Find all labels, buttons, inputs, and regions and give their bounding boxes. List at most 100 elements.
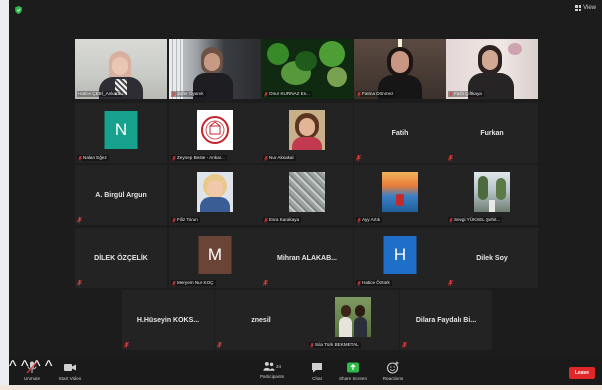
participant-name: DİLEK ÖZÇELİK [94,254,148,262]
video-tile-dilara[interactable]: Dilara Faydalı Bi... [400,290,492,350]
desktop-edge [0,0,9,390]
chevron-up-icon[interactable]: ^ [9,358,17,375]
video-tile-nur[interactable]: Nur Aksakal [261,103,353,163]
mic-muted-icon [448,280,453,286]
start-video-label: Start Video [58,376,82,381]
participant-label: Meryem Nur KOÇ [171,280,216,286]
chevron-up-icon[interactable]: ^ [45,358,53,375]
video-tile-fazli[interactable]: Fazlı Çiftkaya [446,39,538,99]
leave-button[interactable]: Leave [569,367,595,379]
shield-icon[interactable] [15,6,22,14]
avatar: N [104,111,138,149]
participant-name: Dilara Faydalı Bi... [415,316,477,324]
video-tile-mihran[interactable]: Mihran ALAKAB... [261,228,353,288]
participant-label: Hatice ÇEBİ_Ankara [77,91,123,97]
mic-muted-icon [357,91,361,97]
profile-photo [335,297,371,337]
mic-muted-icon [264,217,268,223]
participant-name: Furkan [480,129,504,137]
video-tile-znesil[interactable]: znesil [215,290,307,350]
chat-label: Chat [312,376,322,381]
view-label: View [583,5,596,11]
video-tile-fatma[interactable]: Fatma Dönmez [354,39,446,99]
mic-muted-icon [77,217,82,223]
video-tile-sila[interactable]: Sıla Türk BEKMETAL [307,290,399,350]
profile-photo [382,172,418,212]
video-tile-dilek-ozcelik[interactable]: DİLEK ÖZÇELİK [75,228,167,288]
chat-button[interactable]: Chat [309,358,325,385]
reactions-label: Reactions [382,376,404,381]
video-tile-nalan[interactable]: N Nalan Eğez [75,103,167,163]
participant-label: Sıla Türk BEKMETAL [309,342,361,348]
mic-muted-icon [449,217,453,223]
video-tile-onur[interactable]: Onur KURNAZ Es... [261,39,353,99]
participant-name: H.Hüseyin KOKS... [136,316,200,324]
mic-muted-icon [357,280,361,286]
grid-view-icon [575,5,582,11]
mic-muted-icon [172,280,176,286]
share-screen-icon [347,362,359,373]
profile-photo [197,110,233,150]
mic-muted-icon [448,155,453,161]
participant-label: Onur KURNAZ Es... [263,91,312,97]
video-tile-sevgi[interactable]: Sevgi YÜKSEL Şehit... [446,165,538,225]
participants-icon [263,361,275,371]
share-screen-button[interactable]: Share Screen [339,358,367,385]
meeting-toolbar: Unmute ^ Start Video ^ 24 Participants ^… [9,358,602,385]
unmute-label: Unmute [23,376,41,381]
participant-label: Ayy Artık [356,217,383,223]
video-tile-hatice-ozturk[interactable]: H Hatice Öztürk [354,228,446,288]
participant-label: Hatice Öztürk [356,280,392,286]
mic-muted-icon [264,155,268,161]
mic-muted-icon [78,155,82,161]
participant-label: Sevgi YÜKSEL Şehit... [448,217,503,223]
video-tile-esra[interactable]: Esra Karakaya [261,165,353,225]
mic-muted-icon [310,342,314,348]
participant-label: Fazlı Çiftkaya [448,91,484,97]
start-video-button[interactable]: Start Video [57,358,83,385]
participant-label: Esra Karakaya [263,217,302,223]
avatar: H [383,236,417,274]
video-tile-birgul[interactable]: A. Birgül Argun [75,165,167,225]
participant-label: Zafer Öyanık [171,91,206,97]
participant-label: Nalan Eğez [77,155,109,161]
mic-muted-icon [263,280,268,286]
video-tile-zafer[interactable]: Zafer Öyanık [169,39,261,99]
unmute-button[interactable]: Unmute [21,358,43,385]
mic-muted-icon [77,280,82,286]
participant-label: Zeynep Beste - Ankar... [171,155,227,161]
video-off-icon [64,364,76,371]
video-tile-dilek-soy[interactable]: Dilek Soy [446,228,538,288]
video-tile-meryem[interactable]: M Meryem Nur KOÇ [169,228,261,288]
video-tile-filiz[interactable]: Filiz Torun [169,165,261,225]
reactions-button[interactable]: Reactions [381,358,405,385]
reactions-icon [386,361,399,374]
participants-count: 24 [275,364,282,369]
meeting-window: View Hatice ÇEBİ_Ankara Zafer Öyanık Onu… [9,0,602,390]
participant-name: znesil [251,316,271,324]
view-button[interactable]: View [575,5,596,11]
video-tile-ayy[interactable]: Ayy Artık [354,165,446,225]
mic-muted-icon [172,91,176,97]
ministry-logo-icon [201,116,229,144]
mic-muted-icon [26,361,38,374]
video-tile-zeynep[interactable]: Zeynep Beste - Ankar... [169,103,261,163]
mic-muted-icon [172,155,176,161]
mic-muted-icon [172,217,176,223]
mic-muted-icon [217,342,222,348]
participant-label: Fatma Dönmez [356,91,396,97]
mic-muted-icon [124,342,129,348]
video-tile-furkan[interactable]: Furkan [446,103,538,163]
participant-name: Dilek Soy [476,254,508,262]
taskbar-edge [0,385,602,390]
video-tile-hatice-cebi[interactable]: Hatice ÇEBİ_Ankara [75,39,167,99]
video-tile-fatih[interactable]: Fatih [354,103,446,163]
profile-photo [289,110,325,150]
participant-name: Fatih [391,129,409,137]
video-tile-huseyin[interactable]: H.Hüseyin KOKS... [122,290,214,350]
zoom-meeting-app: View Hatice ÇEBİ_Ankara Zafer Öyanık Onu… [0,0,602,390]
participants-button[interactable]: 24 Participants [257,358,287,385]
mic-muted-icon [264,91,268,97]
mic-muted-icon [449,91,453,97]
mic-muted-icon [402,342,407,348]
